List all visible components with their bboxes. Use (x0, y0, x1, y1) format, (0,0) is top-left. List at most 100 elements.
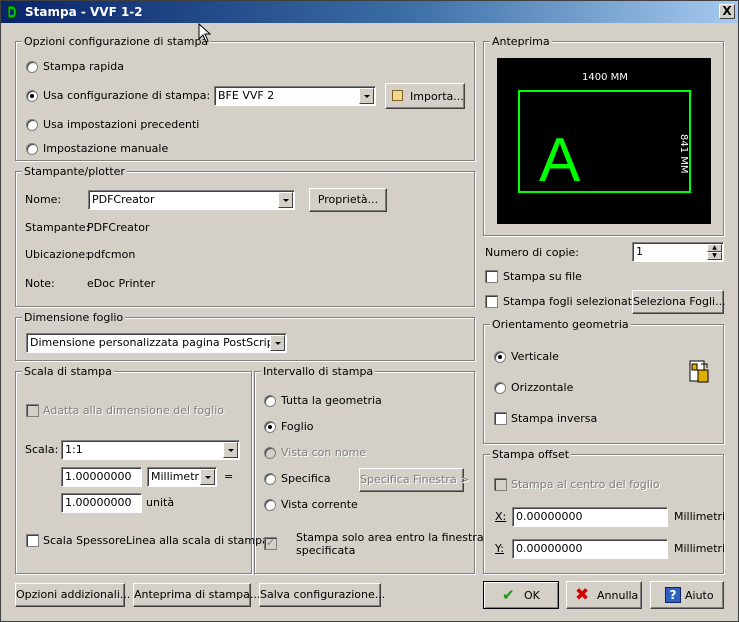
plot-selected-sheets-checkbox[interactable] (485, 295, 498, 308)
import-button[interactable]: Importa... (385, 83, 465, 109)
plot-scale-legend: Scala di stampa (22, 365, 114, 378)
cancel-button[interactable]: ✖ Annulla (566, 581, 642, 609)
config-select[interactable]: BFE VVF 2 (214, 86, 376, 106)
scale-value2-input[interactable]: 1.00000000 (61, 493, 142, 513)
upside-down-checkbox[interactable] (494, 412, 507, 425)
more-options-label: Opzioni addizionali... (16, 588, 131, 601)
offset-x-unit: Millimetri (674, 510, 726, 523)
plot-window-only-label-2: specificata (296, 544, 356, 557)
more-options-button[interactable]: Opzioni addizionali... (15, 583, 130, 607)
save-config-button[interactable]: Salva configurazione... (259, 583, 385, 607)
note-value: eDoc Printer (87, 277, 156, 290)
current-view-label: Vista corrente (281, 498, 358, 511)
current-view-radio[interactable] (264, 499, 276, 511)
specify-window-button[interactable]: Specifica Finestra > (359, 468, 469, 492)
help-button[interactable]: ? Aiuto (650, 581, 724, 609)
landscape-label: Orizzontale (511, 381, 574, 394)
chevron-down-icon[interactable] (278, 192, 293, 208)
center-plot-checkbox[interactable] (494, 478, 507, 491)
import-label: Importa... (410, 90, 464, 103)
all-geometry-label: Tutta la geometria (281, 394, 382, 407)
fit-to-paper-label: Adatta alla dimensione del foglio (43, 404, 224, 417)
upside-down-label: Stampa inversa (511, 412, 598, 425)
sheet-label: Foglio (281, 420, 314, 433)
offset-y-input[interactable]: 0.00000000 (512, 539, 668, 559)
plot-window-only-checkbox[interactable] (264, 536, 277, 550)
printer-name-select[interactable]: PDFCreator (88, 190, 295, 210)
spinner-up-icon[interactable]: ▲ (707, 244, 722, 252)
plot-window-only-label-1: Stampa solo area entro la finestra (296, 531, 484, 544)
plot-preview-label: Anteprima di stampa... (134, 588, 261, 601)
scale-lineweight-checkbox[interactable] (26, 534, 39, 547)
equals-sign: = (224, 470, 234, 483)
named-view-radio[interactable] (264, 447, 276, 459)
preview-height-label: 841 MM (678, 134, 689, 174)
preview-width-label: 1400 MM (582, 72, 628, 83)
config-select-value: BFE VVF 2 (218, 89, 275, 102)
scale-label: Scala: (25, 443, 59, 456)
chevron-down-icon[interactable] (200, 469, 215, 485)
chevron-down-icon[interactable] (270, 335, 285, 351)
title-bar[interactable]: Stampa - VVF 1-2 X (1, 1, 738, 23)
offset-y-label: Y: (495, 542, 504, 555)
paper-size-value: Dimensione personalizzata pagina PostScr… (30, 336, 279, 349)
preview-letter: A (539, 126, 581, 195)
spinner-down-icon[interactable]: ▼ (707, 252, 722, 260)
landscape-radio[interactable] (494, 382, 506, 394)
unit-label: unità (146, 496, 175, 509)
sheet-radio[interactable] (264, 421, 276, 433)
preview-canvas: 1400 MM 841 MM A (497, 58, 711, 224)
print-dialog: Stampa - VVF 1-2 X Opzioni configurazion… (0, 0, 739, 622)
window-radio[interactable] (264, 473, 276, 485)
copies-input[interactable]: 1 ▲ ▼ (632, 242, 724, 262)
all-geometry-radio[interactable] (264, 395, 276, 407)
fit-to-paper-checkbox[interactable] (26, 404, 39, 417)
scale-value2: 1.00000000 (65, 496, 132, 509)
printer-name-label: Nome: (25, 193, 62, 206)
named-view-label: Vista con nome (281, 446, 367, 459)
portrait-radio[interactable] (494, 351, 506, 363)
printer-value: PDFCreator (87, 221, 150, 234)
scale-unit-value: Millimetri (151, 470, 203, 483)
orientation-legend: Orientamento geometria (490, 318, 631, 331)
manual-setup-label: Impostazione manuale (43, 142, 169, 155)
select-sheets-button[interactable]: Seleziona Fogli... (632, 290, 726, 314)
use-config-label: Usa configurazione di stampa: (43, 89, 211, 102)
help-icon: ? (665, 587, 681, 603)
plot-area-legend: Intervallo di stampa (261, 365, 376, 378)
specify-window-label: Specifica Finestra > (360, 473, 470, 486)
manual-setup-radio[interactable] (26, 143, 38, 155)
quick-print-radio[interactable] (26, 61, 38, 73)
previous-settings-radio[interactable] (26, 119, 38, 131)
portrait-label: Verticale (511, 350, 559, 363)
import-icon (392, 90, 403, 101)
ok-button[interactable]: ✔ OK (483, 581, 559, 609)
select-sheets-label: Seleziona Fogli... (633, 295, 726, 308)
cancel-label: Annulla (597, 589, 639, 602)
offset-x-input[interactable]: 0.00000000 (512, 507, 668, 527)
save-config-label: Salva configurazione... (260, 588, 386, 601)
autocad-icon (7, 5, 17, 19)
plot-to-file-checkbox[interactable] (485, 270, 498, 283)
use-config-radio[interactable] (26, 90, 38, 102)
close-button[interactable]: X (719, 4, 735, 19)
chevron-down-icon[interactable] (223, 442, 238, 458)
location-label: Ubicazione: (25, 248, 89, 261)
orientation-icon (689, 360, 709, 383)
previous-settings-label: Usa impostazioni precedenti (43, 118, 200, 131)
scale-value1-input[interactable]: 1.00000000 (61, 467, 142, 487)
scale-value1: 1.00000000 (65, 470, 132, 483)
preview-legend: Anteprima (490, 35, 552, 48)
copies-label: Numero di copie: (485, 246, 580, 259)
scale-unit-select[interactable]: Millimetri (147, 467, 217, 487)
properties-button[interactable]: Proprietà... (309, 188, 387, 212)
scale-value: 1:1 (65, 443, 83, 456)
scale-select[interactable]: 1:1 (61, 440, 240, 460)
chevron-down-icon[interactable] (359, 88, 374, 104)
window-title: Stampa - VVF 1-2 (25, 5, 143, 19)
note-label: Note: (25, 277, 55, 290)
plot-offset-legend: Stampa offset (490, 448, 572, 461)
plot-preview-button[interactable]: Anteprima di stampa... (133, 583, 260, 607)
paper-size-select[interactable]: Dimensione personalizzata pagina PostScr… (26, 333, 287, 353)
offset-y-unit: Millimetri (674, 542, 726, 555)
